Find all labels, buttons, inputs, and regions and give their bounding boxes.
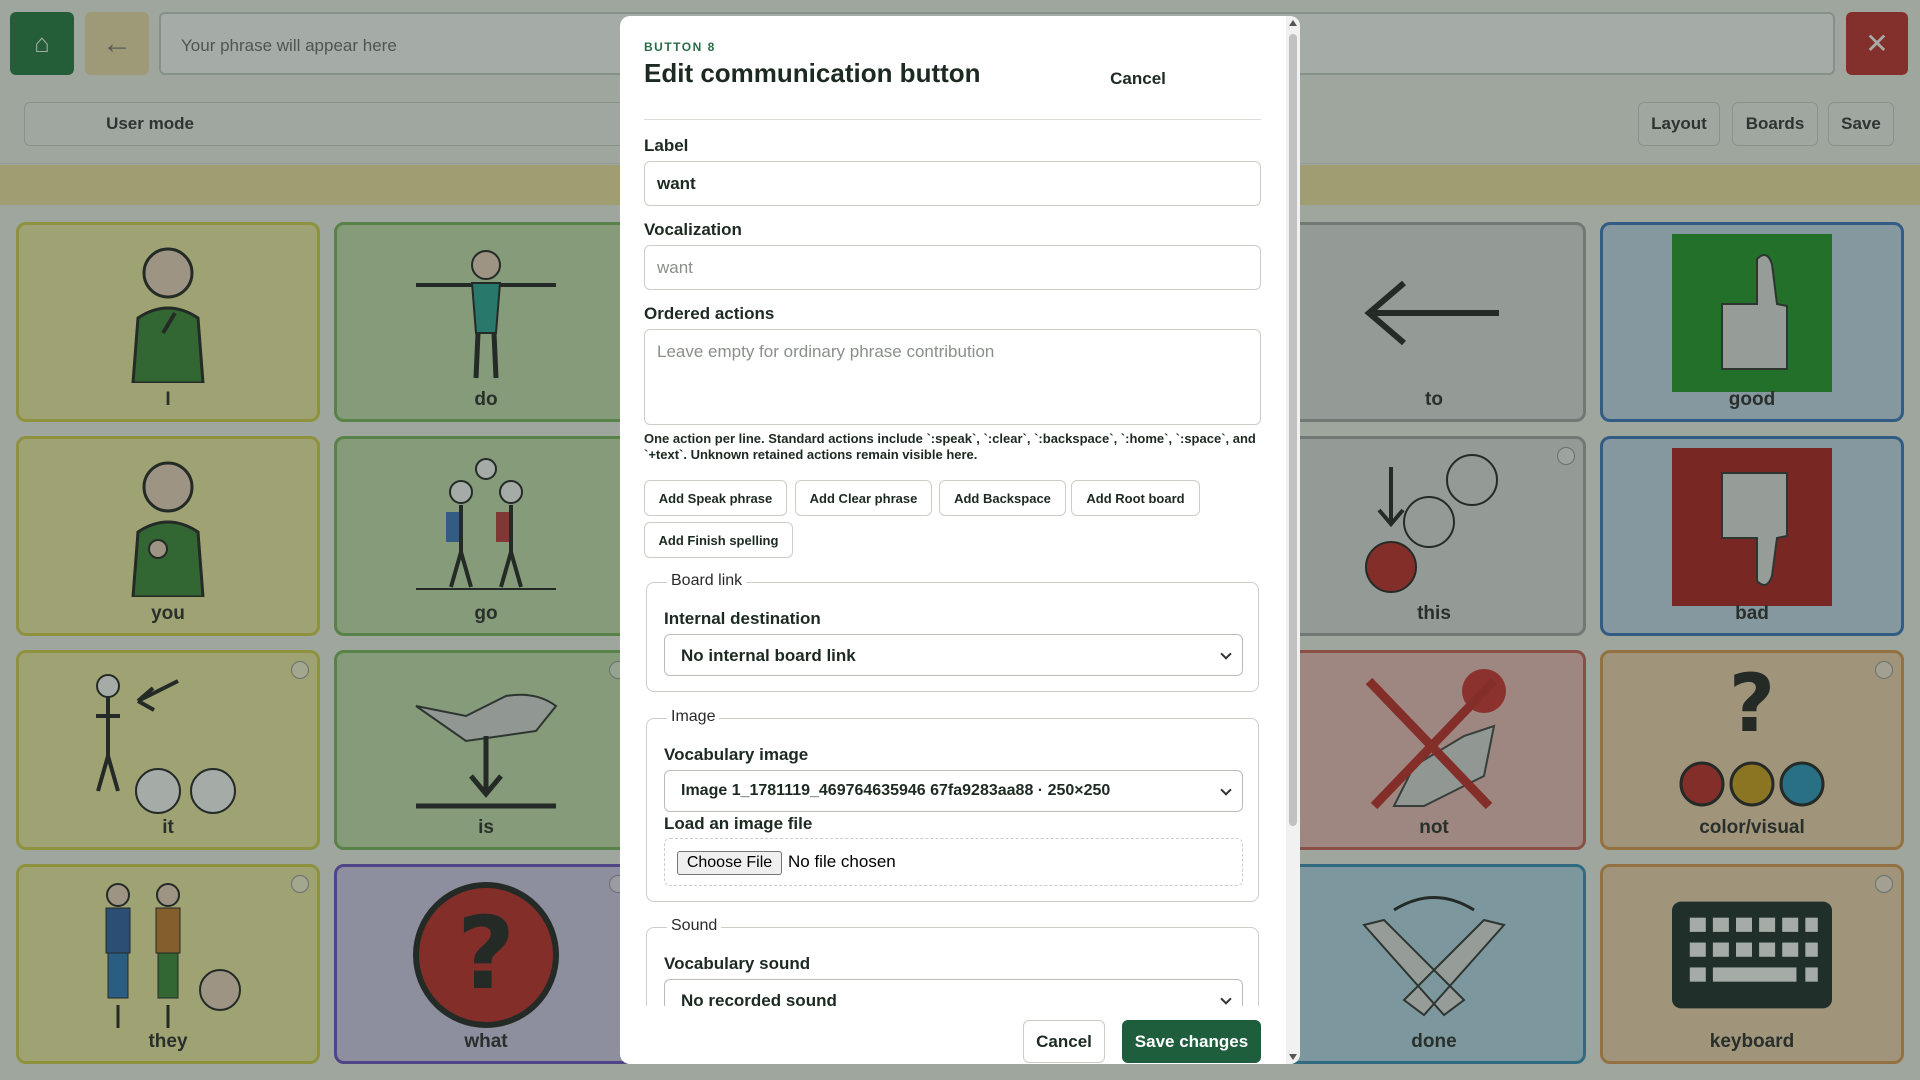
scrollbar-thumb[interactable] [1289,34,1297,826]
chevron-down-icon [1220,648,1232,660]
header-cancel-button[interactable]: Cancel [1090,62,1186,96]
board-link-group: Board link Internal destination No inter… [646,572,1259,692]
image-legend: Image [667,708,720,726]
internal-destination-value: No internal board link [681,646,856,665]
dialog-eyebrow: BUTTON 8 [644,40,716,54]
image-file-dropzone: Choose File No file chosen [664,838,1243,886]
vocalization-field-label: Vocalization [644,220,742,239]
chevron-down-icon [1220,784,1232,796]
label-field-label: Label [644,136,689,155]
add-speak-phrase-button[interactable]: Add Speak phrase [644,480,787,516]
add-clear-phrase-button[interactable]: Add Clear phrase [795,480,932,516]
chevron-down-icon [1220,993,1232,1005]
vocabulary-sound-value: No recorded sound [681,991,837,1006]
scroll-down-icon[interactable] [1289,1054,1297,1060]
file-status: No file chosen [788,852,896,871]
vocabulary-sound-label: Vocabulary sound [664,954,811,973]
label-input[interactable]: want [644,161,1261,206]
footer-cancel-button[interactable]: Cancel [1023,1020,1105,1063]
internal-destination-select[interactable]: No internal board link [664,634,1243,676]
save-changes-button[interactable]: Save changes [1122,1020,1261,1063]
load-image-label: Load an image file [664,814,813,833]
sound-legend: Sound [667,917,722,935]
internal-destination-label: Internal destination [664,609,821,628]
add-backspace-button[interactable]: Add Backspace [939,480,1066,516]
sound-group: Sound Vocabulary sound No recorded sound [646,917,1259,1006]
choose-file-button[interactable]: Choose File [677,851,782,875]
vocabulary-image-value: Image 1_1781119_469764635946 67fa9283aa8… [681,782,1111,799]
vocabulary-sound-select[interactable]: No recorded sound [664,979,1243,1006]
add-finish-spelling-button[interactable]: Add Finish spelling [644,522,793,558]
divider [644,119,1261,120]
actions-field-label: Ordered actions [644,304,775,323]
scroll-up-icon[interactable] [1289,20,1297,26]
image-group: Image Vocabulary image Image 1_1781119_4… [646,708,1259,902]
dialog-body: BUTTON 8 Edit communication button Cance… [620,16,1286,1064]
ordered-actions-textarea[interactable]: Leave empty for ordinary phrase contribu… [644,329,1261,425]
edit-button-dialog: BUTTON 8 Edit communication button Cance… [620,16,1300,1064]
actions-help-text: One action per line. Standard actions in… [644,431,1256,462]
vocalization-input[interactable]: want [644,245,1261,290]
board-link-legend: Board link [667,572,747,590]
add-root-board-button[interactable]: Add Root board [1071,480,1200,516]
dialog-scrollbar[interactable] [1286,16,1300,1064]
dialog-title: Edit communication button [644,58,981,88]
vocabulary-image-label: Vocabulary image [664,745,809,764]
vocabulary-image-select[interactable]: Image 1_1781119_469764635946 67fa9283aa8… [664,770,1243,812]
